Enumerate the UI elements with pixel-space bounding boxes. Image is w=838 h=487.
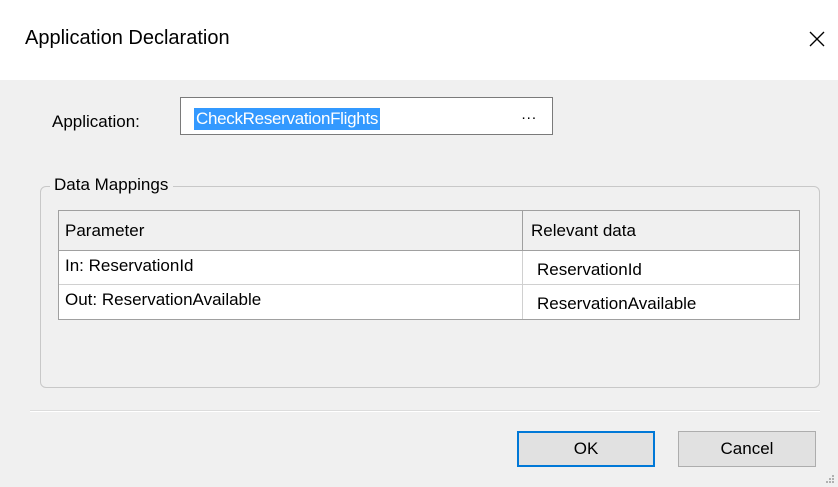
parameter-cell[interactable]: In: ReservationId [59, 251, 522, 284]
table-row[interactable]: In: ReservationId ReservationId [59, 251, 799, 285]
grid-header-row: Parameter Relevant data [59, 211, 799, 251]
data-mappings-grid: Parameter Relevant data In: ReservationI… [58, 210, 800, 320]
dialog-body: Application: CheckReservationFlights ...… [0, 80, 838, 487]
data-mappings-title: Data Mappings [50, 175, 174, 195]
column-header-relevant-data[interactable]: Relevant data [522, 211, 799, 250]
title-bar: Application Declaration [0, 0, 838, 80]
close-icon [809, 31, 825, 47]
browse-button[interactable]: ... [521, 106, 537, 123]
resize-grip-icon[interactable] [825, 474, 835, 484]
close-button[interactable] [800, 22, 834, 56]
application-value[interactable]: CheckReservationFlights [194, 108, 381, 130]
cancel-button[interactable]: Cancel [678, 431, 816, 467]
dialog-title: Application Declaration [25, 27, 230, 49]
parameter-cell[interactable]: Out: ReservationAvailable [59, 285, 522, 319]
relevant-data-cell[interactable]: ReservationId [522, 251, 799, 284]
separator-line [30, 410, 820, 412]
application-label: Application: [52, 112, 140, 131]
column-header-parameter[interactable]: Parameter [59, 211, 522, 250]
relevant-data-cell[interactable]: ReservationAvailable [522, 285, 799, 319]
table-row[interactable]: Out: ReservationAvailable ReservationAva… [59, 285, 799, 319]
ok-button[interactable]: OK [517, 431, 655, 467]
application-field[interactable]: CheckReservationFlights ... [180, 97, 553, 135]
